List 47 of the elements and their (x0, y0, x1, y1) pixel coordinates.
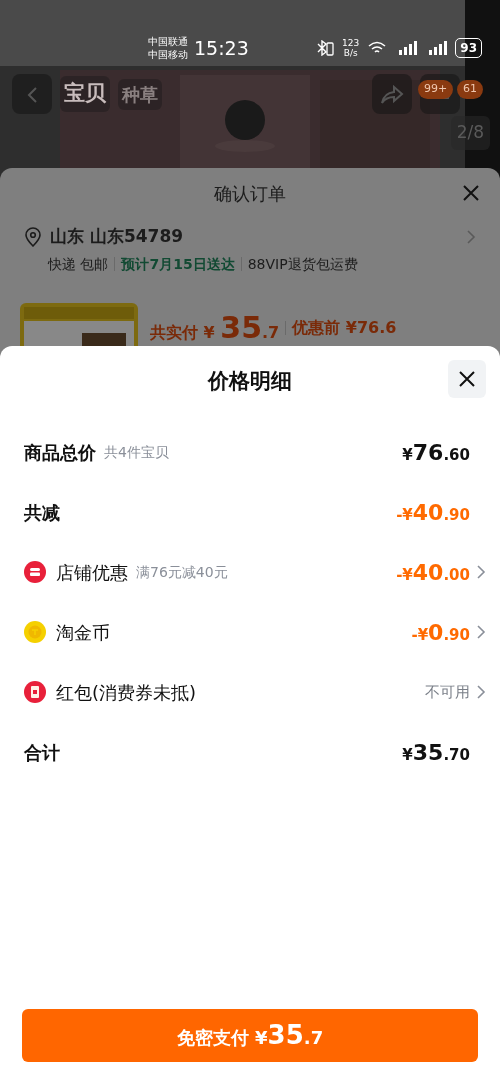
share-icon (380, 84, 404, 105)
cart-badge: 99+ (418, 80, 454, 99)
price-label: 店铺优惠 (56, 560, 128, 585)
image-counter: 2/8 (450, 116, 490, 150)
location-icon (24, 226, 42, 247)
price-label: 合计 (24, 740, 60, 765)
price-amount: 不可用 (425, 681, 470, 703)
close-icon[interactable] (462, 184, 480, 202)
page-tab[interactable]: 种草 (118, 78, 162, 110)
chevron-right-icon (476, 625, 486, 639)
shop-icon (24, 561, 46, 583)
price-amount: ¥76.60 (402, 438, 470, 467)
price-label: 商品总价 (24, 440, 96, 465)
price-amount: ¥35.70 (402, 738, 470, 767)
price-amount: -¥0.90 (411, 618, 470, 647)
close-icon (458, 370, 476, 388)
sheet-title: 价格明细 (208, 369, 292, 393)
message-badge: 61 (457, 80, 483, 99)
price-note: 满76元减40元 (136, 562, 228, 582)
pay-button[interactable]: 免密支付 ¥35.7 (22, 1009, 478, 1062)
clock-time: 15:23 (194, 35, 249, 61)
delivery-estimate: 预计7月15日送达 (121, 254, 235, 274)
chevron-right-icon (466, 229, 476, 244)
back-icon (26, 85, 38, 104)
close-button[interactable] (448, 360, 486, 398)
wifi-icon (367, 41, 388, 55)
network-speed: 123 B/s (342, 38, 360, 58)
price-amount: -¥40.00 (396, 558, 470, 587)
paid-total: 共实付 ¥ 35.7 (150, 309, 280, 347)
price-amount: -¥40.90 (396, 498, 470, 527)
chevron-right-icon (476, 565, 486, 579)
battery-level: 93 (455, 38, 482, 58)
price-note: 共4件宝贝 (104, 442, 169, 462)
price-label: 淘金币 (56, 620, 110, 645)
price-label: 共减 (24, 500, 60, 525)
address-text[interactable]: 山东 山东54789 (50, 224, 184, 250)
shipping-method: 快递 包邮 (48, 254, 109, 274)
envelope-icon (24, 681, 46, 703)
carrier-names: 中国联通 中国移动 (148, 35, 188, 61)
chevron-right-icon (476, 685, 486, 699)
coin-icon (24, 621, 46, 643)
sheet-title: 确认订单 (214, 181, 286, 206)
return-service: 88VIP退货包运费 (247, 254, 358, 274)
bluetooth-icon (316, 40, 335, 56)
original-price: 优惠前 ¥76.6 (292, 316, 397, 339)
price-label: 红包(消费券未抵) (56, 680, 197, 705)
page-tab[interactable]: 宝贝 (60, 76, 110, 112)
